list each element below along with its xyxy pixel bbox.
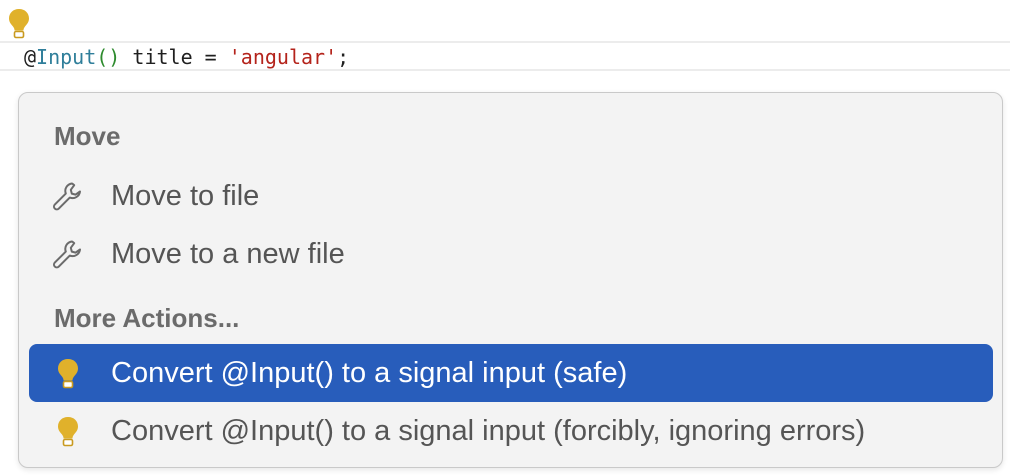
code-editor[interactable]: @Input() title = 'angular'; xyxy=(0,0,1010,92)
menu-item-label: Move to a new file xyxy=(111,238,345,270)
code-decorator: Input xyxy=(36,45,97,69)
code-string: 'angular' xyxy=(228,45,338,69)
group-header-more-actions: More Actions... xyxy=(54,303,240,333)
menu-item-convert-signal-safe[interactable]: Convert @Input() to a signal input (safe… xyxy=(29,344,993,402)
code-parens: () xyxy=(96,45,121,69)
wrench-icon xyxy=(52,182,81,211)
lightbulb-icon[interactable] xyxy=(7,8,31,40)
menu-item-move-to-new-file[interactable]: Move to a new file xyxy=(29,225,993,283)
code-at: @ xyxy=(24,45,37,69)
menu-item-move-to-file[interactable]: Move to file xyxy=(29,167,993,225)
menu-item-label: Convert @Input() to a signal input (safe… xyxy=(111,357,628,389)
menu-item-convert-signal-forcibly[interactable]: Convert @Input() to a signal input (forc… xyxy=(29,402,993,460)
lightbulb-icon xyxy=(58,417,78,447)
group-header-move: Move xyxy=(54,121,121,151)
wrench-icon xyxy=(52,240,81,269)
code-line[interactable]: @Input() title = 'angular'; xyxy=(0,41,1010,71)
lightbulb-icon xyxy=(58,359,78,389)
code-text: @Input() title = 'angular'; xyxy=(24,45,349,69)
code-end: ; xyxy=(337,45,350,69)
menu-item-label: Convert @Input() to a signal input (forc… xyxy=(111,415,866,447)
menu-item-label: Move to file xyxy=(111,180,260,212)
code-middle: title = xyxy=(120,45,229,69)
code-actions-popup: Move Move to file Move to a new file Mor… xyxy=(18,92,1003,468)
